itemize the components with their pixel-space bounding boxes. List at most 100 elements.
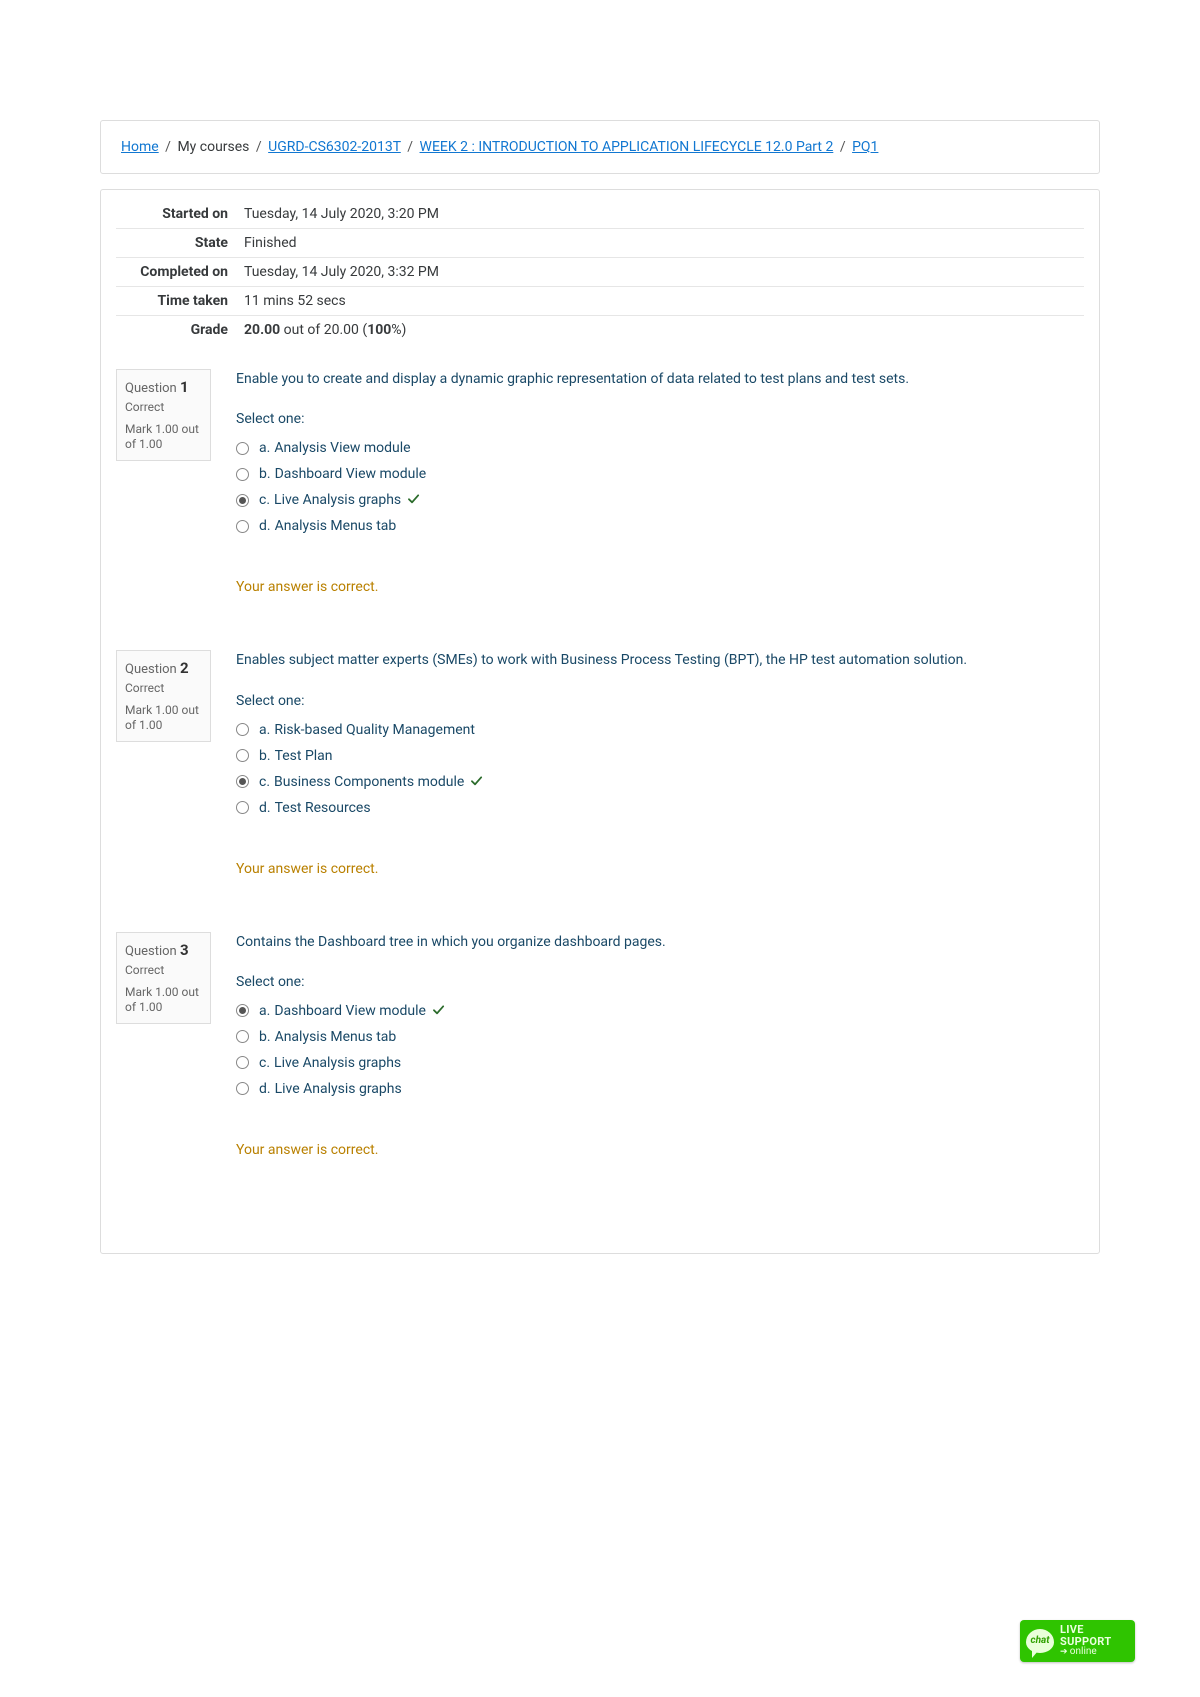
question-number: Question 1 (125, 378, 202, 396)
option-text: Analysis View module (274, 440, 410, 456)
radio-icon[interactable] (236, 494, 249, 507)
option-text: Live Analysis graphs (274, 492, 401, 508)
question-text: Enable you to create and display a dynam… (236, 369, 1084, 389)
check-icon (470, 775, 484, 789)
table-row: Time taken 11 mins 52 secs (116, 287, 1084, 316)
check-icon (432, 1004, 446, 1018)
radio-icon[interactable] (236, 468, 249, 481)
question-info: Question 1CorrectMark 1.00 out of 1.00 (116, 369, 211, 461)
option-text: Business Components module (274, 774, 464, 790)
radio-icon[interactable] (236, 1030, 249, 1043)
option-text: Test Plan (275, 748, 333, 764)
table-row: Completed on Tuesday, 14 July 2020, 3:32… (116, 258, 1084, 287)
option-letter: b. (259, 466, 271, 482)
radio-icon[interactable] (236, 1004, 249, 1017)
grade-pct: 100 (367, 322, 391, 338)
answer-option[interactable]: c.Live Analysis graphs (236, 1050, 1084, 1076)
answer-feedback: Your answer is correct. (236, 861, 1084, 877)
answer-option[interactable]: c.Live Analysis graphs (236, 487, 1084, 513)
radio-icon[interactable] (236, 775, 249, 788)
breadcrumb: Home / My courses / UGRD-CS6302-2013T / … (121, 139, 1079, 155)
question-number: Question 3 (125, 941, 202, 959)
option-letter: c. (259, 774, 270, 790)
table-row: Started on Tuesday, 14 July 2020, 3:20 P… (116, 200, 1084, 229)
summary-value-started: Tuesday, 14 July 2020, 3:20 PM (236, 200, 1084, 229)
breadcrumb-course[interactable]: UGRD-CS6302-2013T (268, 139, 401, 155)
summary-value-state: Finished (236, 229, 1084, 258)
option-letter: c. (259, 1055, 270, 1071)
answer-option[interactable]: a.Dashboard View module (236, 998, 1084, 1024)
live-support-text: LIVE SUPPORT online (1060, 1624, 1111, 1658)
option-letter: a. (259, 722, 270, 738)
radio-icon[interactable] (236, 723, 249, 736)
question-info: Question 3 Correct Mark 1.00 out of 1.00 (116, 932, 211, 1024)
summary-label-state: State (116, 229, 236, 258)
select-one-prompt: Select one: (236, 411, 1084, 427)
select-one-prompt: Select one: (236, 693, 1084, 709)
question-number: Question 2 (125, 659, 202, 677)
answer-feedback: Your answer is correct. (236, 579, 1084, 595)
option-letter: d. (259, 1081, 271, 1097)
content-card: Started on Tuesday, 14 July 2020, 3:20 P… (100, 189, 1100, 1254)
question-block: Question 1CorrectMark 1.00 out of 1.00 En… (116, 369, 1084, 595)
breadcrumb-sep: / (162, 139, 174, 155)
option-letter: c. (259, 492, 270, 508)
answer-option[interactable]: b.Dashboard View module (236, 461, 1084, 487)
answer-option[interactable]: b.Analysis Menus tab (236, 1024, 1084, 1050)
summary-value-grade: 20.00 out of 20.00 (100%) (236, 316, 1084, 345)
answer-option[interactable]: a.Analysis View module (236, 435, 1084, 461)
question-text: Enables subject matter experts (SMEs) to… (236, 650, 1084, 670)
option-text: Risk-based Quality Management (274, 722, 475, 738)
answer-option[interactable]: d.Analysis Menus tab (236, 513, 1084, 539)
breadcrumb-home[interactable]: Home (121, 139, 159, 155)
question-body: Contains the Dashboard tree in which you… (236, 932, 1084, 1158)
question-mark: Mark 1.00 out of 1.00 (125, 422, 202, 452)
summary-value-timetaken: 11 mins 52 secs (236, 287, 1084, 316)
option-text: Analysis Menus tab (275, 1029, 397, 1045)
option-text: Test Resources (275, 800, 371, 816)
radio-icon[interactable] (236, 442, 249, 455)
answer-option[interactable]: a.Risk-based Quality Management (236, 717, 1084, 743)
radio-icon[interactable] (236, 1056, 249, 1069)
answer-option[interactable]: d.Live Analysis graphs (236, 1076, 1084, 1102)
question-block: Question 2 Correct Mark 1.00 out of 1.00 En… (116, 650, 1084, 876)
option-letter: a. (259, 440, 270, 456)
breadcrumb-item[interactable]: PQ1 (852, 139, 878, 155)
breadcrumb-sep: / (253, 139, 265, 155)
answer-feedback: Your answer is correct. (236, 1142, 1084, 1158)
answer-option[interactable]: d.Test Resources (236, 795, 1084, 821)
summary-label-timetaken: Time taken (116, 287, 236, 316)
answer-option[interactable]: c.Business Components module (236, 769, 1084, 795)
question-mark: Mark 1.00 out of 1.00 (125, 703, 202, 733)
breadcrumb-mycourses: My courses (177, 139, 249, 155)
summary-value-completed: Tuesday, 14 July 2020, 3:32 PM (236, 258, 1084, 287)
option-text: Analysis Menus tab (275, 518, 397, 534)
breadcrumb-sep: / (837, 139, 849, 155)
live-support-widget[interactable]: chat LIVE SUPPORT online (1020, 1620, 1135, 1662)
table-row: State Finished (116, 229, 1084, 258)
radio-icon[interactable] (236, 520, 249, 533)
question-mark: Mark 1.00 out of 1.00 (125, 985, 202, 1015)
option-text: Live Analysis graphs (274, 1055, 401, 1071)
radio-icon[interactable] (236, 749, 249, 762)
summary-label-completed: Completed on (116, 258, 236, 287)
question-info: Question 2 Correct Mark 1.00 out of 1.00 (116, 650, 211, 742)
select-one-prompt: Select one: (236, 974, 1084, 990)
option-text: Dashboard View module (274, 1003, 426, 1019)
options-list: a.Risk-based Quality Managementb.Test Pl… (236, 717, 1084, 821)
question-body: Enable you to create and display a dynam… (236, 369, 1084, 595)
radio-icon[interactable] (236, 801, 249, 814)
radio-icon[interactable] (236, 1082, 249, 1095)
question-body: Enables subject matter experts (SMEs) to… (236, 650, 1084, 876)
options-list: a.Dashboard View moduleb.Analysis Menus … (236, 998, 1084, 1102)
question-state: Correct (125, 963, 202, 977)
summary-label-grade: Grade (116, 316, 236, 345)
breadcrumb-section[interactable]: WEEK 2 : INTRODUCTION TO APPLICATION LIF… (420, 139, 834, 155)
option-letter: a. (259, 1003, 270, 1019)
option-letter: d. (259, 518, 271, 534)
option-text: Dashboard View module (275, 466, 427, 482)
option-text: Live Analysis graphs (275, 1081, 402, 1097)
answer-option[interactable]: b.Test Plan (236, 743, 1084, 769)
live-support-status: online (1060, 1647, 1111, 1658)
question-state: Correct (125, 681, 202, 695)
